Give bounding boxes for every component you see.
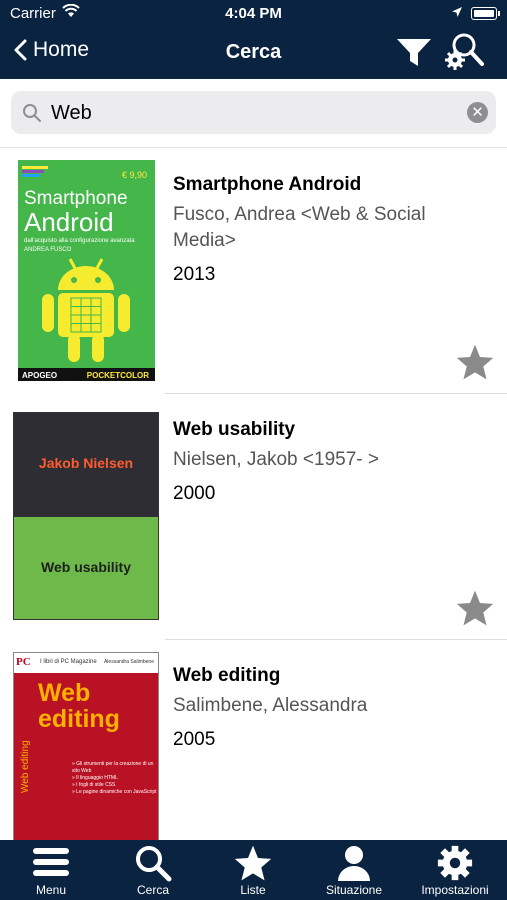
tab-label: Situazione <box>325 883 383 897</box>
cover-subtitle: dall'acquisto alla configurazione avanza… <box>24 238 135 244</box>
tab-label: Menu <box>35 883 67 897</box>
tab-menu[interactable]: Menu <box>1 840 101 900</box>
search-settings-icon <box>445 33 484 70</box>
result-title: Smartphone Android <box>173 174 362 195</box>
cover-logo: PC <box>16 656 31 668</box>
tab-status[interactable]: Situazione <box>304 840 404 900</box>
cover-title: Web usability <box>41 559 131 575</box>
status-time: 4:04 PM <box>225 5 282 22</box>
battery-icon <box>471 7 500 20</box>
cover-series: POCKETCOLOR <box>86 371 149 380</box>
star-icon <box>456 344 494 380</box>
search-input[interactable] <box>49 98 463 128</box>
star-icon <box>456 590 494 626</box>
favorite-star-button[interactable] <box>455 343 495 386</box>
cover-stripes <box>22 166 48 177</box>
tab-label: Cerca <box>136 883 169 897</box>
cover-header-strip: PC I libri di PC Magazine Alessandra Sal… <box>14 653 158 674</box>
status-bar: Carrier 4:04 PM <box>0 0 507 28</box>
cover-series: I libri di PC Magazine <box>40 659 97 665</box>
tab-lists[interactable]: Liste <box>203 840 303 900</box>
cover-bullet: » Le pagine dinamiche con JavaScript <box>72 789 157 795</box>
cover-title-line2: editing <box>38 705 120 733</box>
cover-author: Alessandra Salimbene <box>103 659 154 665</box>
cover-publisher: APOGEO <box>22 371 58 380</box>
android-robot-icon <box>42 258 130 362</box>
cover-title-line2: Android <box>24 207 114 237</box>
cover-spine-title: Web editing <box>20 740 31 793</box>
navigation-bar: Home Cerca <box>0 28 507 79</box>
filter-button[interactable] <box>395 36 433 73</box>
cover-price: € 9,90 <box>121 170 147 180</box>
result-year: 2000 <box>173 483 216 504</box>
cover-bullet: » I fogli di stile CSS <box>72 782 116 788</box>
magnifier-icon <box>23 104 41 122</box>
tab-label: Liste <box>240 883 266 897</box>
tab-label: Impostazioni <box>421 883 489 897</box>
cover-author: Jakob Nielsen <box>38 455 134 471</box>
cover-title-line1: Web <box>38 679 91 707</box>
cover-bullet: » Gli strumenti per la creazione di un s… <box>72 761 154 774</box>
result-author: Fusco, Andrea <Web & Social Media> <box>173 204 426 251</box>
cover-author: ANDREA FUSCO <box>24 247 72 253</box>
result-info: Web editing Salimbene, Alessandra 2005 <box>173 665 493 751</box>
cover-bullet: » Il linguaggio HTML <box>72 775 118 781</box>
star-icon <box>234 845 272 881</box>
book-cover-image: € 9,90 Smartphone Android dall'acquisto … <box>18 160 155 381</box>
result-title: Web editing <box>173 665 281 686</box>
filter-icon <box>397 39 431 66</box>
result-info: Smartphone Android Fusco, Andrea <Web & … <box>173 174 493 286</box>
location-arrow-icon <box>451 5 463 22</box>
search-area: ✕ <box>0 79 507 148</box>
clear-search-button[interactable]: ✕ <box>467 102 488 123</box>
search-icon <box>136 846 172 882</box>
menu-icon <box>33 848 69 876</box>
cover-bullet-list: » Gli strumenti per la creazione di un s… <box>72 761 158 796</box>
result-author: Nielsen, Jakob <1957- > <box>173 449 379 470</box>
result-year: 2005 <box>173 729 216 750</box>
result-title: Web usability <box>173 419 296 440</box>
result-author: Salimbene, Alessandra <box>173 695 368 716</box>
favorite-star-button[interactable] <box>455 589 495 632</box>
advanced-search-button[interactable] <box>442 30 486 79</box>
top-bar: Carrier 4:04 PM Home Cerca <box>0 0 507 79</box>
user-icon <box>338 846 370 881</box>
cover-bottom-band: APOGEO POCKETCOLOR <box>18 368 155 381</box>
book-cover-image: Jakob Nielsen Web usability <box>13 412 159 620</box>
search-bar[interactable]: ✕ <box>11 91 496 134</box>
tab-settings[interactable]: Impostazioni <box>405 840 505 900</box>
tab-search[interactable]: Cerca <box>103 840 203 900</box>
book-cover-image: PC I libri di PC Magazine Alessandra Sal… <box>13 652 159 842</box>
tab-bar: Menu Cerca Liste Situazione Impostazioni <box>0 840 507 900</box>
gear-icon <box>437 845 473 881</box>
close-icon: ✕ <box>471 104 484 121</box>
result-info: Web usability Nielsen, Jakob <1957- > 20… <box>173 419 493 505</box>
result-year: 2013 <box>173 264 216 285</box>
